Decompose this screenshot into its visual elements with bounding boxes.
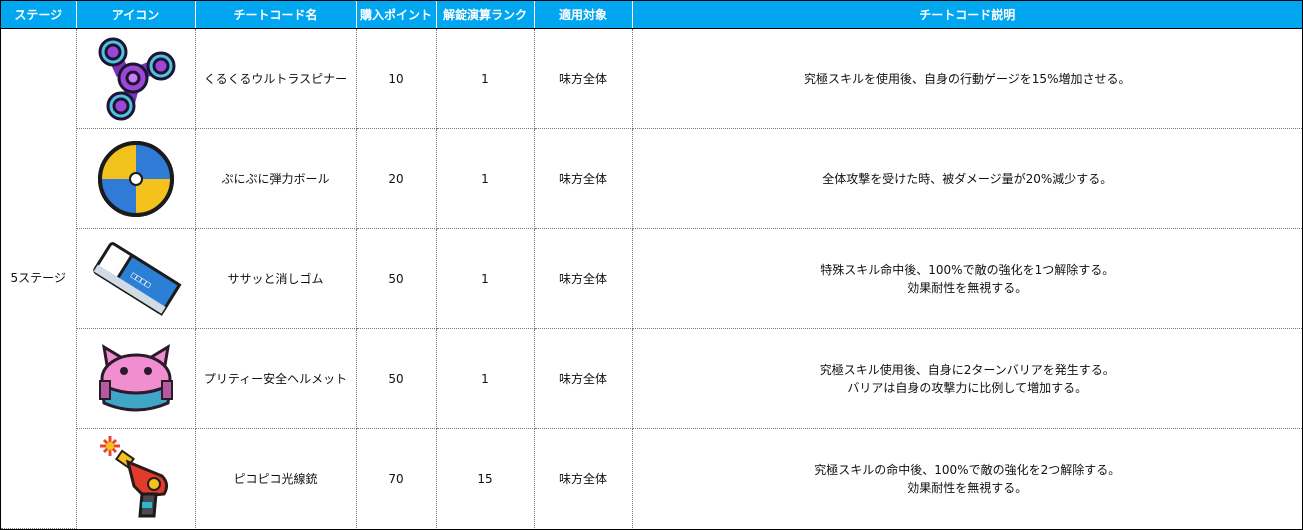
icon-cell bbox=[76, 28, 196, 129]
fidget-spinner-icon bbox=[98, 37, 175, 120]
table-row: ピコピコ光線銃 70 15 味方全体 究極スキルの命中後、100%で敵の強化を2… bbox=[1, 428, 1302, 529]
description-line: 究極スキル使用後、自身に2ターンバリアを発生する。 bbox=[819, 362, 1115, 377]
icon-cell bbox=[76, 328, 196, 429]
icon-cell bbox=[76, 128, 196, 229]
cheat-name: ササッと消しゴム bbox=[195, 228, 357, 329]
icon-cell: □□□□ bbox=[76, 228, 196, 329]
header-target: 適用対象 bbox=[534, 1, 633, 29]
header-points: 購入ポイント bbox=[356, 1, 437, 29]
description-line: 全体攻撃を受けた時、被ダメージ量が20%減少する。 bbox=[822, 171, 1113, 186]
eraser-icon: □□□□ bbox=[92, 241, 182, 316]
beach-ball-icon bbox=[97, 140, 174, 217]
header-name: チートコード名 bbox=[195, 1, 357, 29]
cheat-name: ピコピコ光線銃 bbox=[195, 428, 357, 528]
purchase-points: 20 bbox=[356, 128, 437, 229]
cheat-code-table: ステージ アイコン チートコード名 購入ポイント 解錠演算ランク 適用対象 チー… bbox=[1, 1, 1302, 529]
unlock-rank: 15 bbox=[436, 428, 535, 528]
purchase-points: 10 bbox=[356, 28, 437, 129]
header-stage: ステージ bbox=[1, 1, 77, 29]
description-line: 効果耐性を無視する。 bbox=[907, 480, 1028, 495]
cheat-name: プリティー安全ヘルメット bbox=[195, 328, 357, 429]
apply-target: 味方全体 bbox=[534, 328, 633, 429]
unlock-rank: 1 bbox=[436, 328, 535, 429]
table-row: ぷにぷに弾力ボール 20 1 味方全体 全体攻撃を受けた時、被ダメージ量が20%… bbox=[1, 128, 1302, 229]
description-line: 効果耐性を無視する。 bbox=[907, 280, 1028, 295]
header-icon: アイコン bbox=[76, 1, 196, 29]
cheat-name: くるくるウルトラスピナー bbox=[195, 28, 357, 129]
icon-cell bbox=[76, 428, 196, 528]
table-row: 5ステージ くるくるウルトラスピナー 10 1 味方全体 究極スキルを使用後、自… bbox=[1, 28, 1302, 529]
header-row: ステージ アイコン チートコード名 購入ポイント 解錠演算ランク 適用対象 チー… bbox=[1, 1, 1302, 29]
apply-target: 味方全体 bbox=[534, 128, 633, 229]
apply-target: 味方全体 bbox=[534, 28, 633, 129]
description-line: 究極スキルを使用後、自身の行動ゲージを15%増加させる。 bbox=[804, 71, 1131, 86]
table-row: プリティー安全ヘルメット 50 1 味方全体 究極スキル使用後、自身に2ターンバ… bbox=[1, 328, 1302, 429]
cheat-code-table-frame: ステージ アイコン チートコード名 購入ポイント 解錠演算ランク 適用対象 チー… bbox=[0, 0, 1303, 530]
purchase-points: 50 bbox=[356, 228, 437, 329]
description-line: 特殊スキル命中後、100%で敵の強化を1つ解除する。 bbox=[820, 262, 1115, 277]
purchase-points: 70 bbox=[356, 428, 437, 528]
ray-gun-icon bbox=[99, 435, 168, 517]
header-rank: 解錠演算ランク bbox=[436, 1, 535, 29]
apply-target: 味方全体 bbox=[534, 428, 633, 528]
stage-cell: 5ステージ bbox=[1, 28, 77, 529]
description-line: バリアは自身の攻撃力に比例して増加する。 bbox=[847, 380, 1088, 395]
purchase-points: 50 bbox=[356, 328, 437, 429]
cheat-description: 特殊スキル命中後、100%で敵の強化を1つ解除する。 効果耐性を無視する。 bbox=[632, 228, 1302, 329]
table-row: □□□□ ササッと消しゴム 50 1 味方全体 特殊スキル命中後、100%で敵の… bbox=[1, 228, 1302, 329]
cheat-description: 究極スキル使用後、自身に2ターンバリアを発生する。 バリアは自身の攻撃力に比例し… bbox=[632, 328, 1302, 429]
cat-helmet-icon bbox=[98, 343, 173, 411]
description-line: 究極スキルの命中後、100%で敵の強化を2つ解除する。 bbox=[814, 462, 1121, 477]
unlock-rank: 1 bbox=[436, 228, 535, 329]
cheat-name: ぷにぷに弾力ボール bbox=[195, 128, 357, 229]
cheat-description: 究極スキルの命中後、100%で敵の強化を2つ解除する。 効果耐性を無視する。 bbox=[632, 429, 1302, 529]
unlock-rank: 1 bbox=[436, 128, 535, 229]
header-description: チートコード説明 bbox=[632, 1, 1302, 29]
unlock-rank: 1 bbox=[436, 28, 535, 129]
cheat-description: 全体攻撃を受けた時、被ダメージ量が20%減少する。 bbox=[632, 128, 1302, 229]
cheat-description: 究極スキルを使用後、自身の行動ゲージを15%増加させる。 bbox=[632, 28, 1302, 129]
apply-target: 味方全体 bbox=[534, 228, 633, 329]
